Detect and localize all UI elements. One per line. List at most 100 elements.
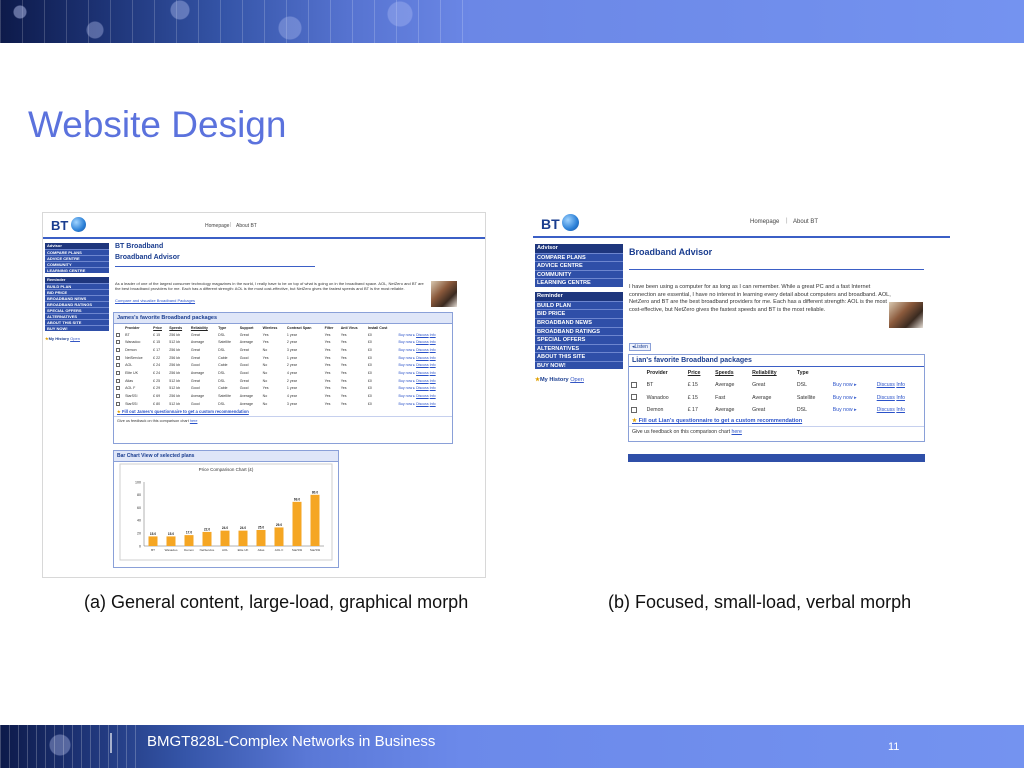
chart-bar: [202, 531, 212, 546]
discuss-link[interactable]: Discuss: [416, 340, 429, 344]
buy-now-button[interactable]: Buy now ▸: [398, 394, 415, 398]
table-cell: NetService: [125, 355, 143, 360]
table-cell: £0: [367, 363, 372, 368]
buy-now-button[interactable]: Buy now ▸: [398, 371, 415, 375]
questionnaire-link-b[interactable]: ★ Fill out Lian's questionnaire to get a…: [629, 416, 924, 426]
buy-now-button[interactable]: Buy now ▸: [398, 340, 415, 344]
questionnaire-link[interactable]: ★ Fill out James's questionnaire to get …: [114, 407, 452, 416]
star-icon-b: ★: [632, 418, 638, 425]
x-tick-label: NetService: [200, 548, 215, 552]
info-link[interactable]: Info: [430, 363, 436, 367]
discuss-link[interactable]: Discuss: [877, 395, 895, 401]
nav-about-link-b[interactable]: About BT: [793, 219, 818, 225]
info-link[interactable]: Info: [896, 407, 905, 413]
discuss-link[interactable]: Discuss: [416, 333, 429, 337]
discuss-link[interactable]: Discuss: [416, 379, 429, 383]
my-history-open-link[interactable]: Open: [570, 377, 584, 383]
row-checkbox[interactable]: [115, 401, 120, 406]
table-cell: DSL: [796, 382, 807, 389]
compare-visualize-link[interactable]: Compare and visualize Broadband Packages: [115, 298, 195, 303]
sidebar-item-alternatives[interactable]: ALTERNATIVES: [535, 343, 623, 353]
discuss-link[interactable]: Discuss: [416, 371, 429, 375]
buy-now-button[interactable]: Buy now ▸: [398, 402, 415, 406]
row-checkbox[interactable]: [115, 355, 120, 360]
panel-title: James's favorite Broadband packages: [114, 313, 452, 324]
table-header-row: Provider Price Speeds Reliability Type Suppor…: [114, 324, 452, 331]
nav-homepage-link-b[interactable]: Homepage: [750, 219, 779, 225]
table-cell: AOL: [125, 363, 133, 368]
discuss-link[interactable]: Discuss: [416, 386, 429, 390]
info-link[interactable]: Info: [896, 382, 905, 388]
info-link[interactable]: Info: [430, 348, 436, 352]
info-link[interactable]: Info: [430, 356, 436, 360]
discuss-link[interactable]: Discuss: [416, 402, 429, 406]
sidebar-item-bid-price[interactable]: BID PRICE: [535, 309, 623, 318]
feedback-here-link-b[interactable]: here: [732, 429, 742, 435]
sidebar-item-community[interactable]: COMMUNITY: [535, 269, 623, 279]
buy-now-button[interactable]: Buy now ▸: [398, 386, 415, 390]
row-checkbox[interactable]: [631, 406, 637, 413]
buy-now-button[interactable]: Buy now ▸: [398, 333, 415, 337]
sidebar-item-broadband-ratings[interactable]: BROADBAND RATINGS: [535, 326, 623, 336]
column-header[interactable]: Price: [685, 367, 712, 379]
row-checkbox[interactable]: [115, 348, 120, 353]
discuss-link[interactable]: Discuss: [877, 407, 895, 413]
buy-now-button[interactable]: Buy now ▸: [833, 407, 857, 413]
feedback-here-link[interactable]: here: [190, 419, 198, 423]
row-checkbox[interactable]: [115, 371, 120, 376]
info-link[interactable]: Info: [896, 395, 905, 401]
sidebar-item-advice-centre[interactable]: ADVICE CENTRE: [535, 261, 623, 270]
nav-about-link[interactable]: About BT: [236, 223, 257, 229]
buy-now-button[interactable]: Buy now ▸: [398, 379, 415, 383]
sidebar-item-compare-plans[interactable]: COMPARE PLANS: [535, 252, 623, 262]
sidebar-item-buy-now[interactable]: BUY NOW!: [535, 360, 623, 370]
row-checkbox[interactable]: [115, 340, 120, 345]
sidebar-item-learning-centre[interactable]: LEARNING CENTRE: [535, 278, 623, 287]
screenshot-general-content: BT Homepage | About BT Advisor COMPARE PL…: [42, 212, 486, 578]
table-cell: 512 kb: [169, 378, 181, 383]
table-cell: No: [262, 378, 268, 383]
column-header: Wireless: [262, 325, 278, 330]
row-checkbox[interactable]: [115, 386, 120, 391]
buy-now-button[interactable]: Buy now ▸: [833, 382, 857, 388]
table-cell: 512 kb: [169, 386, 181, 391]
discuss-link[interactable]: Discuss: [416, 394, 429, 398]
column-header[interactable]: Price: [152, 324, 168, 331]
info-link[interactable]: Info: [430, 386, 436, 390]
row-checkbox[interactable]: [115, 332, 120, 337]
row-checkbox[interactable]: [631, 382, 637, 388]
my-history-open-link[interactable]: Open: [70, 336, 80, 341]
buy-now-button[interactable]: Buy now ▸: [398, 356, 415, 360]
row-checkbox[interactable]: [115, 378, 120, 383]
info-link[interactable]: Info: [430, 402, 436, 406]
info-link[interactable]: Info: [430, 371, 436, 375]
info-link[interactable]: Info: [430, 379, 436, 383]
discuss-link[interactable]: Discuss: [416, 348, 429, 352]
buy-now-button[interactable]: Buy now ▸: [398, 363, 415, 367]
row-checkbox[interactable]: [115, 393, 120, 398]
column-header[interactable]: Speeds: [168, 324, 190, 331]
discuss-link[interactable]: Discuss: [416, 356, 429, 360]
sidebar-item-about-this-site[interactable]: ABOUT THIS SITE: [535, 352, 623, 361]
row-checkbox[interactable]: [631, 394, 637, 401]
discuss-link[interactable]: Discuss: [877, 382, 895, 388]
chart-bar: [148, 536, 158, 546]
sidebar-item-broadband-news[interactable]: BROADBAND NEWS: [535, 317, 623, 327]
row-checkbox[interactable]: [115, 363, 120, 368]
buy-now-button[interactable]: Buy now ▸: [398, 348, 415, 352]
column-header[interactable]: Reliability: [749, 367, 794, 379]
buy-now-button[interactable]: Buy now ▸: [833, 395, 857, 401]
sidebar-item-special-offers[interactable]: SPECIAL OFFERS: [535, 335, 623, 344]
column-header[interactable]: Reliability: [189, 324, 216, 331]
column-header[interactable]: Speeds: [712, 367, 749, 379]
info-link[interactable]: Info: [430, 333, 436, 337]
info-link[interactable]: Info: [430, 340, 436, 344]
info-link[interactable]: Info: [430, 394, 436, 398]
table-cell: Yes: [340, 340, 347, 345]
discuss-link[interactable]: Discuss: [416, 363, 429, 367]
table-cell: Yes: [324, 401, 331, 406]
sidebar-item-build-plan[interactable]: BUILD PLAN: [535, 300, 623, 310]
listen-button[interactable]: ◂Listen: [629, 343, 651, 351]
table-cell: Yes: [340, 378, 347, 383]
nav-homepage-link[interactable]: Homepage: [205, 223, 229, 229]
